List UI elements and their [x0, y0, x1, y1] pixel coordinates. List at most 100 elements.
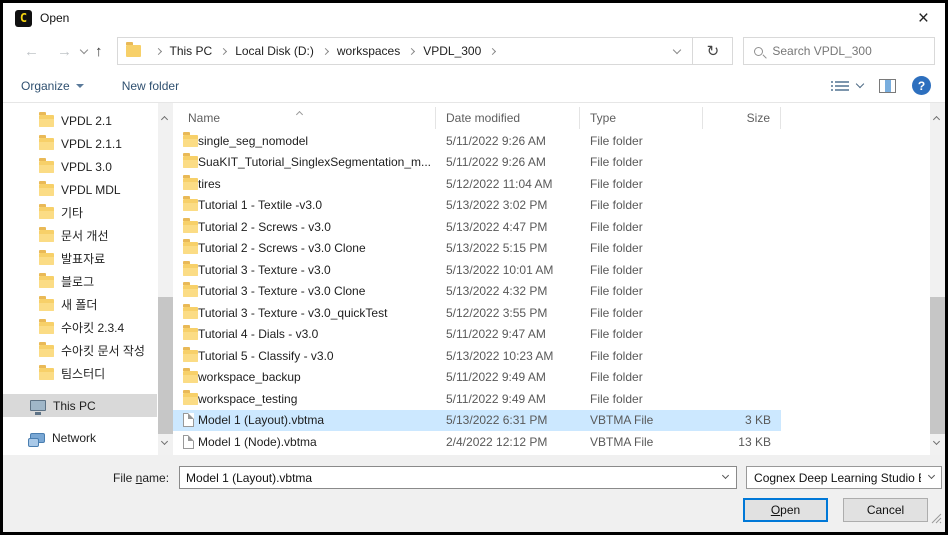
sidebar-item-label: 새 폴더 — [61, 296, 97, 313]
row-date-modified: 5/11/2022 9:49 AM — [436, 370, 580, 384]
row-type: File folder — [580, 263, 703, 277]
sidebar-item-블로그[interactable]: 블로그 — [3, 270, 157, 293]
chevron-right-icon — [154, 47, 161, 54]
sidebar-item-수아킷-2.3.4[interactable]: 수아킷 2.3.4 — [3, 316, 157, 339]
table-row[interactable]: Tutorial 4 - Dials - v3.0 5/11/2022 9:47… — [173, 324, 781, 346]
cancel-button[interactable]: Cancel — [843, 498, 928, 522]
sidebar-item-vpdl-2.1.1[interactable]: VPDL 2.1.1 — [3, 132, 157, 155]
sidebar-item-vpdl-3.0[interactable]: VPDL 3.0 — [3, 155, 157, 178]
table-row[interactable]: single_seg_nomodel 5/11/2022 9:26 AM Fil… — [173, 130, 781, 152]
preview-pane-icon[interactable] — [879, 79, 896, 93]
help-icon[interactable]: ? — [912, 76, 931, 95]
table-row[interactable]: Tutorial 3 - Texture - v3.0 5/13/2022 10… — [173, 259, 781, 281]
sidebar-item-기타[interactable]: 기타 — [3, 201, 157, 224]
sidebar-item-새-폴더[interactable]: 새 폴더 — [3, 293, 157, 316]
table-row[interactable]: Tutorial 2 - Screws - v3.0 Clone 5/13/20… — [173, 238, 781, 260]
views-chevron-down-icon[interactable] — [856, 80, 864, 88]
column-header-date-modified[interactable]: Date modified — [436, 107, 580, 129]
sidebar-item-팀스터디[interactable]: 팀스터디 — [3, 362, 157, 385]
file-rows: single_seg_nomodel 5/11/2022 9:26 AM Fil… — [173, 130, 781, 453]
file-list-scrollbar[interactable] — [930, 103, 945, 455]
breadcrumb-workspaces[interactable]: workspaces — [335, 44, 402, 58]
row-name: Model 1 (Node).vbtma — [198, 435, 436, 449]
table-row[interactable]: Model 1 (Node).vbtma 2/4/2022 12:12 PM V… — [173, 431, 781, 453]
file-list-scrollbar-thumb[interactable] — [930, 297, 945, 434]
sidebar-item-network[interactable]: Network — [3, 426, 157, 449]
breadcrumb-vpdl-300[interactable]: VPDL_300 — [421, 44, 483, 58]
breadcrumb-local-disk-d[interactable]: Local Disk (D:) — [233, 44, 316, 58]
folder-icon — [39, 161, 54, 173]
file-name-input[interactable] — [180, 467, 736, 488]
file-type-value: Cognex Deep Learning Studio E — [754, 471, 921, 485]
folder-icon — [39, 253, 54, 265]
scroll-up-icon[interactable] — [161, 116, 168, 123]
search-box[interactable]: Search VPDL_300 — [743, 37, 935, 65]
navigation-pane: VPDL 2.1 VPDL 2.1.1 VPDL 3.0 VPDL MDL 기타… — [3, 103, 173, 455]
file-type-dropdown[interactable]: Cognex Deep Learning Studio E — [746, 466, 942, 489]
column-header-size[interactable]: Size — [703, 107, 781, 129]
folder-icon — [39, 207, 54, 219]
row-type: File folder — [580, 306, 703, 320]
table-row[interactable]: SuaKIT_Tutorial_SinglexSegmentation_m...… — [173, 152, 781, 174]
refresh-button[interactable]: ↻ — [693, 37, 733, 65]
close-icon[interactable]: × — [912, 9, 935, 28]
row-name: SuaKIT_Tutorial_SinglexSegmentation_m... — [198, 155, 436, 169]
chevron-right-icon — [489, 47, 496, 54]
folder-icon — [183, 156, 198, 168]
column-header-name[interactable]: Name — [173, 107, 436, 129]
sidebar-item-label: 팀스터디 — [61, 365, 105, 382]
table-row[interactable]: Tutorial 1 - Textile -v3.0 5/13/2022 3:0… — [173, 195, 781, 217]
resize-grip[interactable] — [931, 511, 942, 529]
open-button[interactable]: Open — [743, 498, 828, 522]
navigation-bar: ← → ↑ This PC Local Disk (D:) workspaces… — [3, 33, 945, 69]
row-name: Model 1 (Layout).vbtma — [198, 413, 436, 427]
sidebar-scrollbar-thumb[interactable] — [158, 297, 173, 434]
row-date-modified: 5/12/2022 3:55 PM — [436, 306, 580, 320]
sidebar-item-발표자료[interactable]: 발표자료 — [3, 247, 157, 270]
up-icon[interactable]: ↑ — [87, 44, 111, 59]
row-name: Tutorial 1 - Textile -v3.0 — [198, 198, 436, 212]
address-dropdown-chevron-icon[interactable] — [673, 45, 681, 53]
row-type: File folder — [580, 177, 703, 191]
organize-button[interactable]: Organize — [21, 79, 84, 93]
folder-icon — [183, 285, 198, 297]
table-row[interactable]: Tutorial 5 - Classify - v3.0 5/13/2022 1… — [173, 345, 781, 367]
row-name: Tutorial 4 - Dials - v3.0 — [198, 327, 436, 341]
table-row[interactable]: workspace_backup 5/11/2022 9:49 AM File … — [173, 367, 781, 389]
folder-icon — [183, 371, 198, 383]
sidebar-item-this-pc[interactable]: This PC — [3, 394, 157, 417]
column-header-type[interactable]: Type — [580, 107, 703, 129]
folder-icon — [183, 264, 198, 276]
table-row[interactable]: Model 1 (Layout).vbtma 5/13/2022 6:31 PM… — [173, 410, 781, 432]
forward-icon[interactable]: → — [48, 44, 81, 59]
table-row[interactable]: tires 5/12/2022 11:04 AM File folder — [173, 173, 781, 195]
row-name: Tutorial 2 - Screws - v3.0 — [198, 220, 436, 234]
table-row[interactable]: workspace_testing 5/11/2022 9:49 AM File… — [173, 388, 781, 410]
scroll-down-icon[interactable] — [161, 438, 168, 445]
change-view-button[interactable] — [835, 81, 849, 91]
row-date-modified: 5/13/2022 10:01 AM — [436, 263, 580, 277]
search-placeholder: Search VPDL_300 — [772, 44, 871, 58]
file-icon — [183, 435, 194, 449]
cognex-app-icon-letter: C — [20, 12, 27, 24]
folder-icon — [183, 350, 198, 362]
sidebar-scrollbar[interactable] — [158, 103, 173, 455]
new-folder-button[interactable]: New folder — [122, 79, 179, 93]
sidebar-item-label: VPDL 2.1.1 — [61, 137, 122, 151]
folder-icon — [39, 184, 54, 196]
sidebar-item-vpdl-mdl[interactable]: VPDL MDL — [3, 178, 157, 201]
address-bar[interactable]: This PC Local Disk (D:) workspaces VPDL_… — [117, 37, 694, 65]
sidebar-item-vpdl-2.1[interactable]: VPDL 2.1 — [3, 109, 157, 132]
table-row[interactable]: Tutorial 3 - Texture - v3.0_quickTest 5/… — [173, 302, 781, 324]
scroll-up-icon[interactable] — [933, 116, 940, 123]
breadcrumb-this-pc[interactable]: This PC — [168, 44, 215, 58]
sidebar-item-문서-개선[interactable]: 문서 개선 — [3, 224, 157, 247]
row-date-modified: 5/13/2022 3:02 PM — [436, 198, 580, 212]
row-type: File folder — [580, 198, 703, 212]
table-row[interactable]: Tutorial 2 - Screws - v3.0 5/13/2022 4:4… — [173, 216, 781, 238]
sidebar-item-수아킷-문서-작성[interactable]: 수아킷 문서 작성 — [3, 339, 157, 362]
back-icon[interactable]: ← — [15, 44, 48, 59]
pc-icon — [30, 400, 46, 411]
scroll-down-icon[interactable] — [933, 438, 940, 445]
table-row[interactable]: Tutorial 3 - Texture - v3.0 Clone 5/13/2… — [173, 281, 781, 303]
